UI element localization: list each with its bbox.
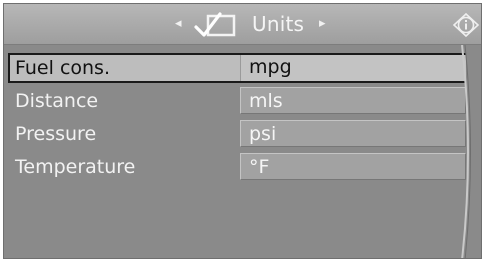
row-value: psi	[249, 123, 277, 145]
row-label: Fuel cons.	[15, 57, 110, 79]
value-field[interactable]: psi	[240, 120, 466, 147]
row-value: mls	[249, 90, 283, 112]
checkmark-box-icon	[194, 12, 236, 37]
row-value: °F	[249, 156, 270, 178]
row-label: Pressure	[15, 123, 97, 145]
header-bar: ◂ Units ▸	[4, 4, 481, 45]
row-label: Temperature	[15, 156, 136, 178]
previous-arrow-icon[interactable]: ◂	[175, 17, 182, 30]
units-settings-screen: ◂ Units ▸ Fuel cons. mpg Distance mls Pr…	[3, 3, 482, 259]
info-icon[interactable]	[452, 12, 480, 38]
row-pressure[interactable]: Pressure psi	[8, 119, 466, 149]
next-arrow-icon[interactable]: ▸	[319, 17, 326, 30]
value-field[interactable]: mls	[240, 87, 466, 114]
row-distance[interactable]: Distance mls	[8, 86, 466, 116]
row-temperature[interactable]: Temperature °F	[8, 152, 466, 182]
row-label: Distance	[15, 90, 99, 112]
value-field[interactable]: mpg	[240, 55, 466, 81]
row-fuel-consumption[interactable]: Fuel cons. mpg	[8, 53, 466, 83]
value-field[interactable]: °F	[240, 153, 466, 180]
scroll-edge-curve	[461, 45, 471, 258]
settings-list: Fuel cons. mpg Distance mls Pressure psi…	[4, 45, 481, 258]
row-value: mpg	[249, 56, 292, 78]
page-title: Units	[252, 12, 305, 36]
